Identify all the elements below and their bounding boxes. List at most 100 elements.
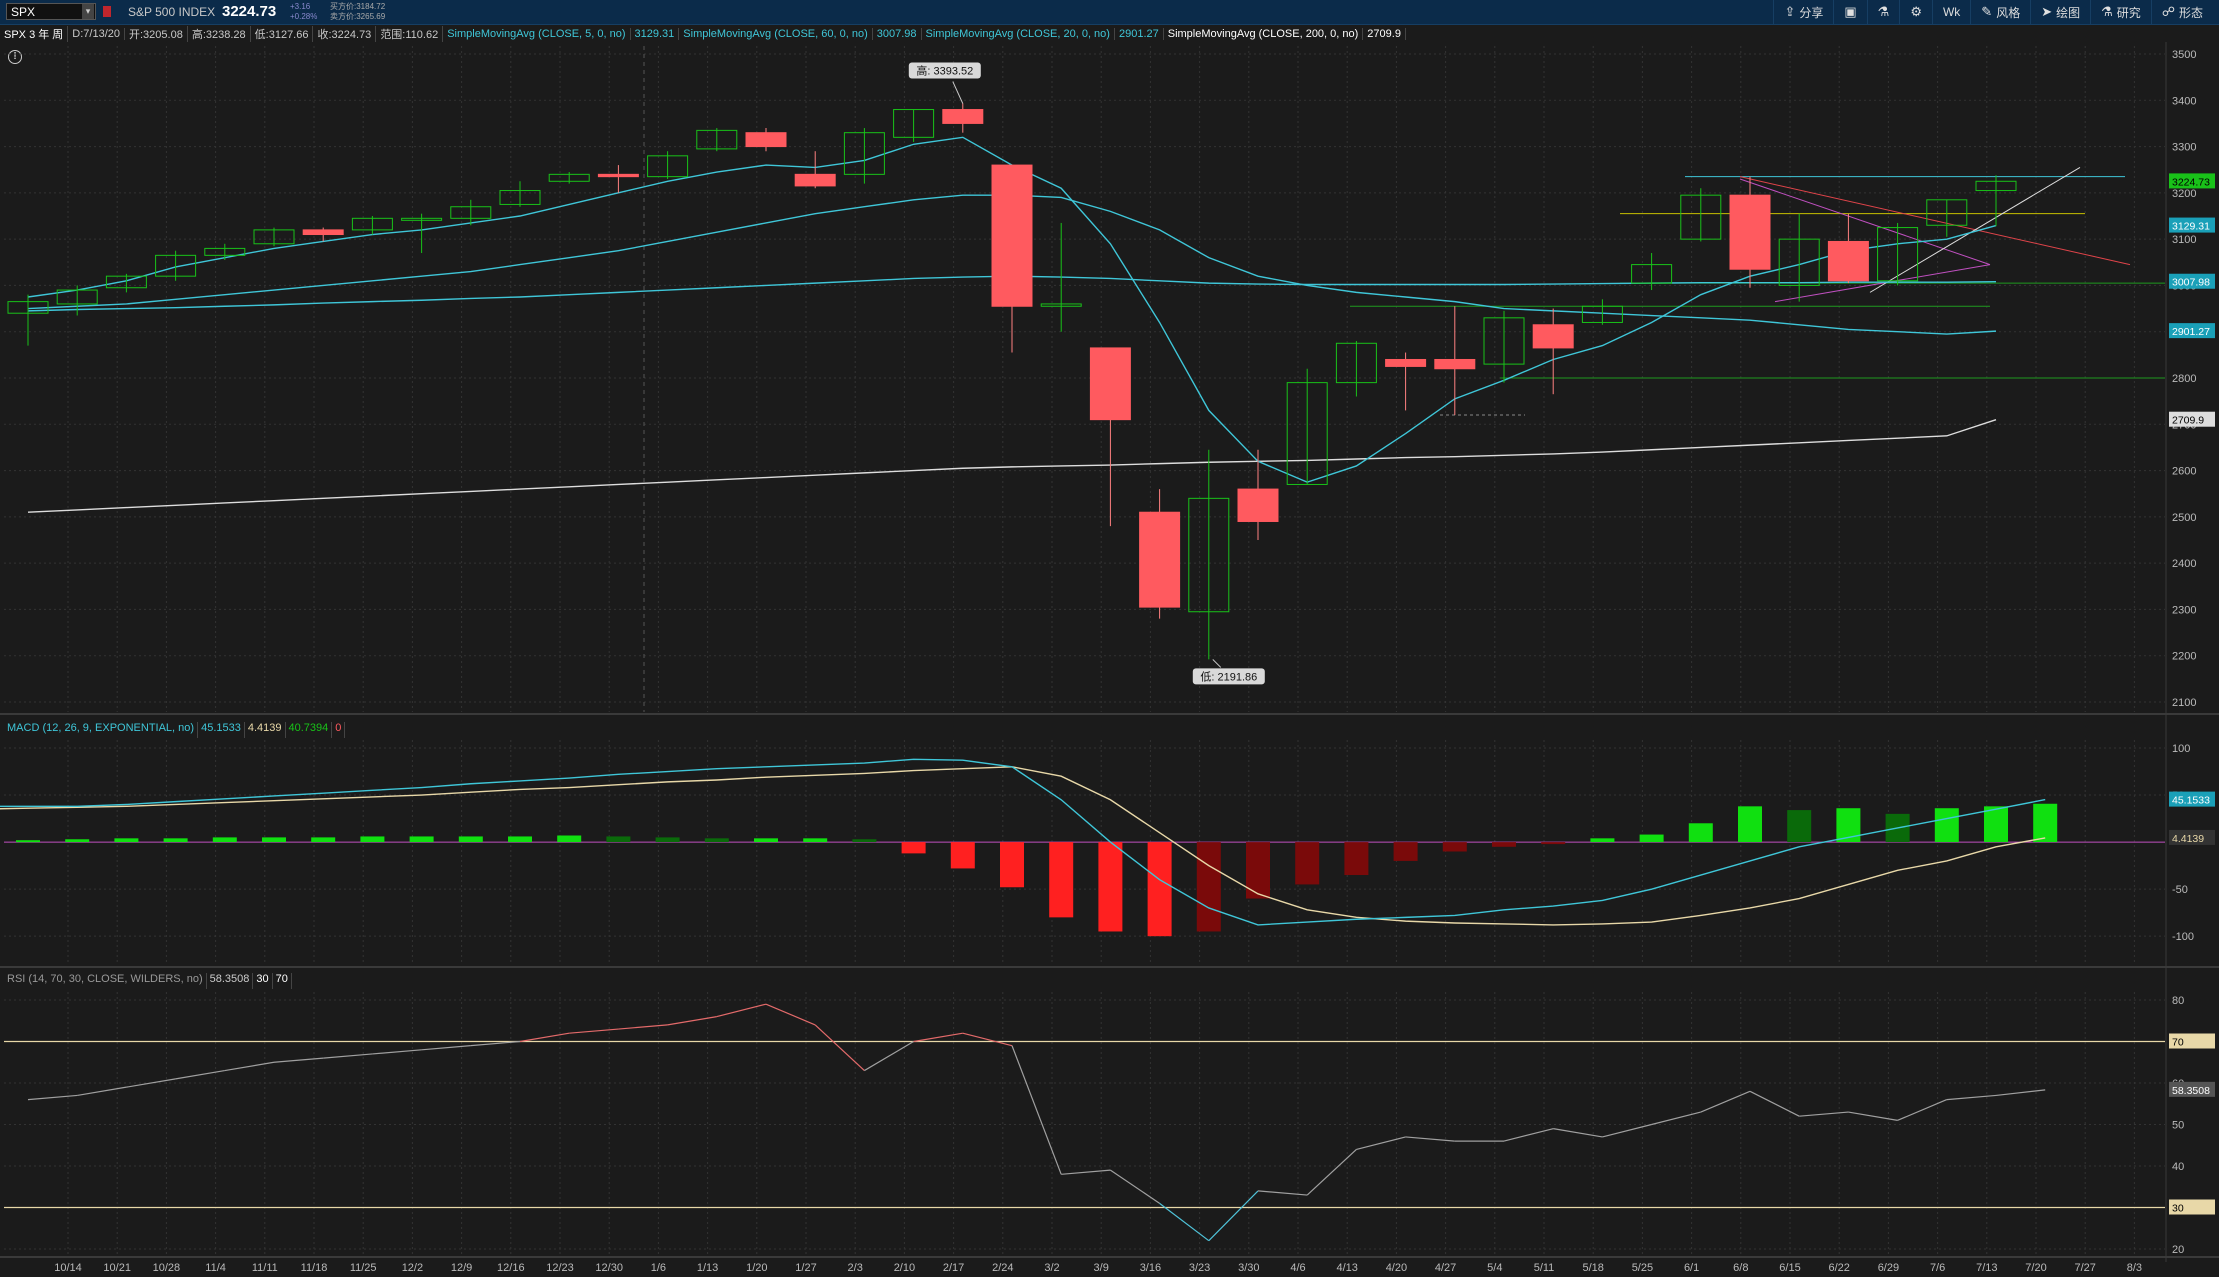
macd-hist-bar-up [311, 837, 336, 843]
time-tick-label: 3/23 [1189, 1262, 1210, 1274]
rsi-line-segment [372, 1049, 422, 1055]
macd-hist-bar-up [606, 836, 631, 843]
candle-down [1827, 240, 1869, 282]
candle-down [1532, 324, 1574, 349]
candle-down [991, 164, 1033, 307]
time-tick-label: 1/13 [697, 1262, 718, 1274]
macd-hist-bar-down [1246, 842, 1270, 899]
macd-hist-bar-up [458, 836, 483, 843]
rsi-line-segment [1208, 1190, 1259, 1242]
time-tick-label: 5/11 [1534, 1262, 1555, 1274]
price-tick-label: 2500 [2172, 512, 2196, 524]
time-tick-label: 11/4 [205, 1262, 226, 1274]
sma200-line [27, 419, 1997, 513]
rsi-line-segment [470, 1040, 521, 1047]
macd-hist-bar-up [1934, 808, 1959, 843]
rsi-line-segment [1995, 1089, 2046, 1097]
high-annotation: 高: 3393.52 [916, 64, 973, 78]
rsi-line-segment [1897, 1099, 1948, 1121]
rsi-line-segment [962, 1032, 1013, 1047]
macd-hist-bar-down [950, 842, 975, 869]
macd-hist-bar-down [901, 842, 926, 854]
rsi-line-segment [765, 1003, 816, 1026]
macd-hist-bar-up [803, 838, 828, 843]
trendline [1739, 176, 2131, 266]
price-tick-label: 2400 [2172, 558, 2196, 570]
time-tick-label: 5/25 [1632, 1262, 1653, 1274]
candle-down [1237, 488, 1279, 522]
time-tick-label: 11/25 [350, 1262, 377, 1274]
candle-down [302, 229, 344, 236]
time-tick-label: 12/30 [595, 1262, 623, 1274]
rsi-line-segment [716, 1003, 767, 1018]
chart-canvas[interactable]: 2100220023002400250026002700280029003000… [0, 0, 2219, 1277]
candle-down [1434, 358, 1476, 370]
macd-hist-bar-up [163, 838, 188, 843]
time-tick-label: 2/24 [992, 1262, 1013, 1274]
time-tick-label: 6/15 [1779, 1262, 1800, 1274]
time-tick-label: 7/13 [1976, 1262, 1997, 1274]
macd-hist-bar-down [1049, 842, 1074, 918]
macd-hist-bar-up [262, 837, 286, 843]
time-tick-label: 7/6 [1930, 1262, 1945, 1274]
sma60-badge: 3007.98 [2172, 277, 2210, 289]
rsi-line-segment [1700, 1090, 1751, 1113]
macd-hist-bar-down [1492, 842, 1516, 847]
macd-hist-bar-up [1738, 806, 1762, 843]
rsi-line-segment [864, 1040, 914, 1072]
time-tick-label: 6/29 [1878, 1262, 1899, 1274]
time-tick-label: 1/27 [795, 1262, 816, 1274]
candle-down [942, 109, 984, 124]
rsi-line-segment [1848, 1111, 1898, 1121]
rsi-line-segment [519, 1032, 570, 1043]
time-tick-label: 3/16 [1140, 1262, 1161, 1274]
time-tick-label: 4/13 [1336, 1262, 1357, 1274]
rsi-line-segment [814, 1024, 865, 1071]
time-tick-label: 6/8 [1733, 1262, 1748, 1274]
macd-hist-bar-down [1344, 842, 1369, 876]
rsi-line-segment [1061, 1169, 1111, 1175]
sma200-badge: 2709.9 [2172, 415, 2204, 427]
time-tick-label: 8/3 [2127, 1262, 2142, 1274]
candle-down [1139, 511, 1181, 608]
macd-hist-bar-up [557, 835, 582, 843]
macd-tick-label: -50 [2172, 884, 2188, 896]
time-tick-label: 1/20 [746, 1262, 767, 1274]
time-tick-label: 11/18 [301, 1262, 328, 1274]
price-tick-label: 2600 [2172, 466, 2196, 478]
rsi-line-segment [1110, 1169, 1160, 1204]
sma5-badge: 3129.31 [2172, 221, 2210, 233]
time-tick-label: 4/20 [1386, 1262, 1407, 1274]
macd-hist-bar-down [1393, 842, 1418, 861]
rsi-line-segment [323, 1053, 373, 1059]
rsi-tick-label: 20 [2172, 1244, 2184, 1256]
rsi-line-segment [1749, 1090, 1800, 1117]
macd-hist-bar-down [1196, 842, 1221, 932]
time-tick-label: 1/6 [651, 1262, 666, 1274]
low-annotation: 低: 2191.86 [1200, 670, 1257, 683]
macd-tick-label: 100 [2172, 743, 2190, 755]
time-tick-label: 11/11 [252, 1262, 278, 1274]
price-tick-label: 3200 [2172, 188, 2196, 200]
price-tick-label: 3400 [2172, 95, 2196, 107]
time-tick-label: 6/1 [1684, 1262, 1699, 1274]
price-tick-label: 3100 [2172, 234, 2196, 246]
macd-hist-bar-up [1688, 823, 1713, 843]
time-tick-label: 2/3 [848, 1262, 863, 1274]
rsi-30-badge: 30 [2172, 1203, 2184, 1215]
macd-hist-bar-up [114, 838, 139, 843]
price-tick-label: 3300 [2172, 142, 2196, 154]
time-tick-label: 4/27 [1435, 1262, 1456, 1274]
rsi-line-segment [1553, 1128, 1603, 1138]
time-tick-label: 4/6 [1290, 1262, 1305, 1274]
time-tick-label: 10/28 [153, 1262, 181, 1274]
trendline [1869, 166, 2081, 293]
time-tick-label: 10/21 [103, 1262, 131, 1274]
rsi-line-segment [224, 1061, 275, 1072]
rsi-line-segment [1159, 1202, 1210, 1242]
time-tick-label: 10/14 [54, 1262, 82, 1274]
macd-hist-bar-up [852, 839, 877, 843]
macd-hist-bar-up [1984, 806, 2008, 843]
candle-down [794, 173, 836, 187]
rsi-line-segment [77, 1086, 127, 1097]
